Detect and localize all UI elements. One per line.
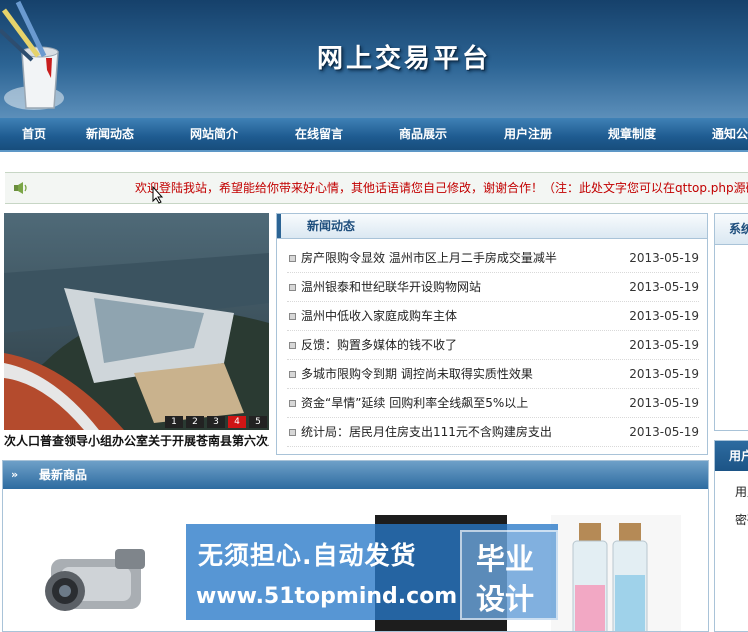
bullet-icon (289, 429, 296, 436)
news-item: 房产限购令显效 温州市区上月二手房成交量减半 2013-05-19 (287, 244, 699, 273)
news-item-date: 2013-05-19 (629, 367, 699, 381)
news-item-date: 2013-05-19 (629, 280, 699, 294)
bottles-product-image[interactable] (551, 515, 681, 632)
products-panel-title: 最新商品 (39, 468, 88, 482)
slideshow-image (4, 213, 269, 430)
main-nav: 首页 新闻动态 网站简介 在线留言 商品展示 用户注册 规章制度 通知公告 (0, 118, 748, 152)
camcorder-product-image[interactable] (31, 539, 161, 629)
nav-item-news[interactable]: 新闻动态 (86, 118, 134, 150)
watermark-line1: 无须担心.自动发货 (198, 541, 417, 570)
double-chevron-icon: » (11, 468, 19, 481)
slideshow-caption[interactable]: 次人口普查领导小组办公室关于开展苍南县第六次人口普查 (4, 432, 269, 450)
watermark-badge-line2: 设计 (476, 582, 535, 616)
nav-item-register[interactable]: 用户注册 (504, 118, 552, 150)
news-item-title[interactable]: 房产限购令显效 温州市区上月二手房成交量减半 (301, 244, 621, 272)
system-notice-title: 系统公告 (715, 214, 748, 245)
news-slideshow[interactable]: 1 2 3 4 5 (4, 213, 269, 430)
news-item-title[interactable]: 资金“旱情”延续 回购利率全线飙至5%以上 (301, 389, 621, 417)
site-title: 网上交易平台 (316, 44, 491, 74)
products-panel-header: » 最新商品 (3, 461, 708, 489)
news-item: 反馈：购置多媒体的钱不收了 2013-05-19 (287, 331, 699, 360)
marquee-text: 欢迎登陆我站，希望能给你带来好心情，其他话语请您自己修改，谢谢合作！（注：此处文… (135, 181, 748, 195)
slide-number-5[interactable]: 5 (249, 416, 267, 428)
nav-item-rules[interactable]: 规章制度 (608, 118, 656, 150)
nav-item-home[interactable]: 首页 (22, 118, 46, 150)
login-box: 用户登录 用户名 密码 (714, 440, 748, 632)
news-item-title[interactable]: 温州银泰和世纪联华开设购物网站 (301, 273, 621, 301)
news-item-date: 2013-05-19 (629, 396, 699, 410)
news-item: 温州银泰和世纪联华开设购物网站 2013-05-19 (287, 273, 699, 302)
news-item-date: 2013-05-19 (629, 425, 699, 439)
username-label: 用户名 (735, 485, 748, 499)
slide-number-2[interactable]: 2 (186, 416, 204, 428)
bullet-icon (289, 313, 296, 320)
slide-number-1[interactable]: 1 (165, 416, 183, 428)
slide-pager: 1 2 3 4 5 (165, 416, 267, 428)
bullet-icon (289, 400, 296, 407)
announcement-marquee: 欢迎登陆我站，希望能给你带来好心情，其他话语请您自己修改，谢谢合作！（注：此处文… (5, 172, 748, 204)
password-label: 密码 (735, 513, 748, 527)
news-item-title[interactable]: 反馈：购置多媒体的钱不收了 (301, 331, 621, 359)
nav-item-products[interactable]: 商品展示 (399, 118, 447, 150)
login-box-title: 用户登录 (715, 441, 748, 471)
mouse-cursor-icon (152, 186, 164, 204)
watermark-badge-line1: 毕业 (476, 542, 535, 576)
watermark-banner: 无须担心.自动发货 www.51topmind.com 毕业 设计 (186, 524, 558, 620)
nav-item-notice[interactable]: 通知公告 (712, 118, 748, 150)
news-panel: 新闻动态 房产限购令显效 温州市区上月二手房成交量减半 2013-05-19 温州… (276, 213, 708, 455)
bullet-icon (289, 255, 296, 262)
nav-item-guestbook[interactable]: 在线留言 (295, 118, 343, 150)
watermark-line2: www.51topmind.com (196, 584, 458, 609)
news-list: 房产限购令显效 温州市区上月二手房成交量减半 2013-05-19 温州银泰和世纪… (287, 244, 699, 447)
news-item-date: 2013-05-19 (629, 251, 699, 265)
slide-number-4[interactable]: 4 (228, 416, 246, 428)
bullet-icon (289, 371, 296, 378)
news-item-title[interactable]: 多城市限购令到期 调控尚未取得实质性效果 (301, 360, 621, 388)
news-item: 统计局：居民月住房支出111元不含购建房支出 2013-05-19 (287, 418, 699, 447)
news-item-title[interactable]: 统计局：居民月住房支出111元不含购建房支出 (301, 418, 621, 446)
news-item-title[interactable]: 温州中低收入家庭成购车主体 (301, 302, 621, 330)
news-panel-title: 新闻动态 (307, 219, 356, 233)
news-item-date: 2013-05-19 (629, 309, 699, 323)
bullet-icon (289, 342, 296, 349)
speaker-icon (14, 182, 27, 194)
nav-item-about[interactable]: 网站简介 (190, 118, 238, 150)
news-item: 温州中低收入家庭成购车主体 2013-05-19 (287, 302, 699, 331)
watermark-badge: 毕业 设计 (460, 530, 558, 620)
news-item: 多城市限购令到期 调控尚未取得实质性效果 2013-05-19 (287, 360, 699, 389)
news-item-date: 2013-05-19 (629, 338, 699, 352)
news-panel-header: 新闻动态 (277, 214, 707, 239)
site-header: 网上交易平台 (0, 0, 748, 118)
slide-number-3[interactable]: 3 (207, 416, 225, 428)
bullet-icon (289, 284, 296, 291)
news-item: 资金“旱情”延续 回购利率全线飙至5%以上 2013-05-19 (287, 389, 699, 418)
system-notice-box: 系统公告 (714, 213, 748, 431)
